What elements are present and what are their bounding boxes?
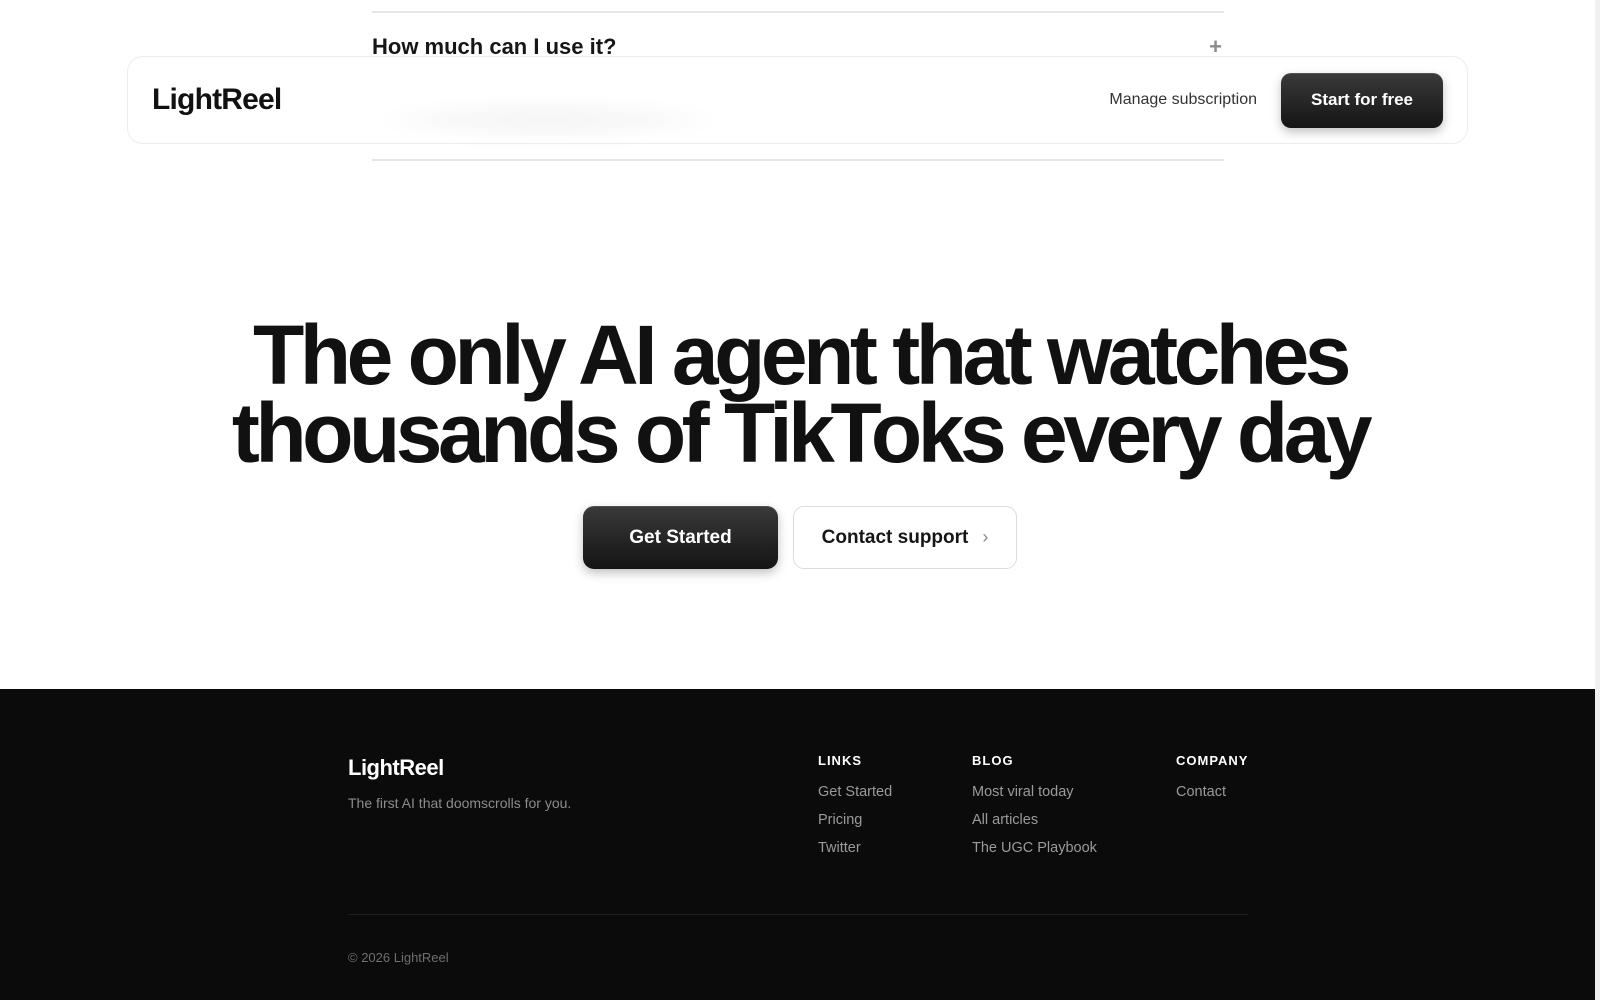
footer: LightReel The first AI that doomscrolls … bbox=[0, 689, 1595, 1000]
faq-divider bbox=[372, 11, 1224, 13]
footer-column-heading: BLOG bbox=[972, 753, 1014, 768]
hero-title: The only AI agent that watches thousands… bbox=[0, 308, 1600, 480]
footer-column-company: COMPANY Contact bbox=[1176, 753, 1248, 812]
manage-subscription-link[interactable]: Manage subscription bbox=[1109, 91, 1257, 109]
footer-brand: LightReel The first AI that doomscrolls … bbox=[348, 755, 571, 811]
page: How much can I use it? + LightReel Manag… bbox=[0, 0, 1600, 1000]
get-started-button[interactable]: Get Started bbox=[583, 506, 778, 569]
hero-title-line: thousands of TikToks every day bbox=[231, 386, 1373, 480]
footer-divider bbox=[348, 914, 1248, 915]
footer-copyright: © 2026 LightReel bbox=[348, 950, 449, 965]
footer-link-all-articles[interactable]: All articles bbox=[972, 812, 1097, 828]
footer-link-most-viral-today[interactable]: Most viral today bbox=[972, 784, 1097, 800]
footer-link-ugc-playbook[interactable]: The UGC Playbook bbox=[972, 840, 1097, 856]
start-for-free-button[interactable]: Start for free bbox=[1281, 72, 1443, 128]
contact-support-label: Contact support bbox=[821, 526, 969, 548]
scrollbar-track[interactable] bbox=[1595, 0, 1600, 1000]
footer-column-heading: LINKS bbox=[818, 753, 862, 768]
footer-column-links: LINKS Get Started Pricing Twitter bbox=[818, 753, 892, 868]
footer-tagline: The first AI that doomscrolls for you. bbox=[348, 795, 572, 811]
hero-actions: Get Started Contact support › bbox=[0, 506, 1600, 569]
footer-column-blog: BLOG Most viral today All articles The U… bbox=[972, 753, 1097, 868]
faq-divider bbox=[372, 159, 1224, 161]
footer-link-pricing[interactable]: Pricing bbox=[818, 812, 892, 828]
footer-column-heading: COMPANY bbox=[1176, 753, 1249, 768]
footer-link-twitter[interactable]: Twitter bbox=[818, 840, 892, 856]
chevron-right-icon: › bbox=[982, 527, 989, 547]
footer-logo[interactable]: LightReel bbox=[348, 755, 571, 781]
navbar: LightReel Manage subscription Start for … bbox=[127, 56, 1468, 144]
navbar-actions: Manage subscription Start for free bbox=[1109, 72, 1443, 128]
footer-link-get-started[interactable]: Get Started bbox=[818, 784, 892, 800]
contact-support-button[interactable]: Contact support › bbox=[793, 506, 1017, 569]
footer-link-contact[interactable]: Contact bbox=[1176, 784, 1248, 800]
logo[interactable]: LightReel bbox=[152, 83, 282, 117]
hero-title-line: The only AI agent that watches bbox=[252, 308, 1352, 402]
